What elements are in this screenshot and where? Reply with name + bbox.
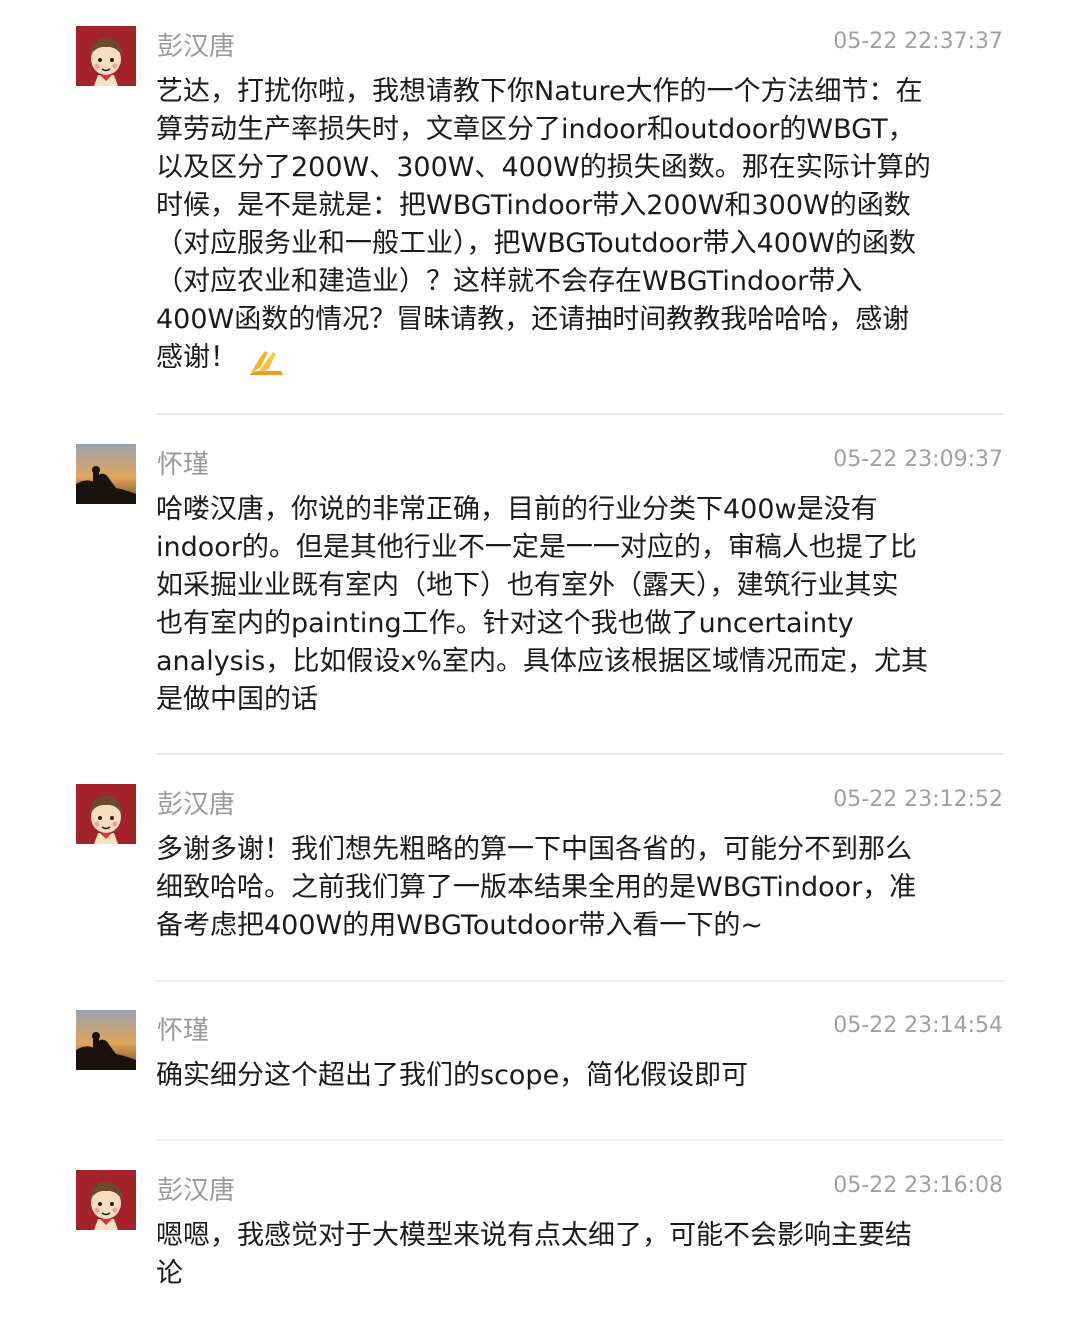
- divider: [156, 980, 1004, 982]
- comment-username[interactable]: 彭汉唐: [157, 788, 235, 822]
- comment-text: 哈喽汉唐，你说的非常正确，目前的行业分类下400w是没有 indoor的。但是其…: [156, 494, 928, 715]
- comment-username[interactable]: 怀瑾: [157, 448, 209, 482]
- comment-text: 艺达，打扰你啦，我想请教下你Nature大作的一个方法细节：在 算劳动生产率损失…: [156, 73, 956, 377]
- comment-username[interactable]: 怀瑾: [157, 1014, 209, 1048]
- avatar-sunset-silhouette[interactable]: [76, 444, 136, 504]
- comment-timestamp: 05-22 23:16:08: [833, 1173, 1003, 1198]
- comment-timestamp: 05-22 23:12:52: [833, 787, 1003, 812]
- avatar-cartoon-boy[interactable]: [76, 26, 136, 86]
- divider: [156, 1139, 1004, 1141]
- comment-timestamp: 05-22 22:37:37: [833, 29, 1003, 54]
- comment-timestamp: 05-22 23:09:37: [833, 447, 1003, 472]
- avatar-cartoon-boy[interactable]: [76, 1170, 136, 1230]
- comment-text: 嗯嗯，我感觉对于大模型来说有点太细了，可能不会影响主要结 论: [156, 1220, 912, 1289]
- comment-timestamp: 05-22 23:14:54: [833, 1013, 1003, 1038]
- avatar-cartoon-boy[interactable]: [76, 784, 136, 844]
- folded-hands-icon: [247, 341, 285, 377]
- comment-text: 多谢多谢！我们想先粗略的算一下中国各省的，可能分不到那么 细致哈哈。之前我们算了…: [156, 834, 917, 941]
- divider: [156, 413, 1004, 415]
- comment-text: 确实细分这个超出了我们的scope，简化假设即可: [156, 1060, 749, 1091]
- comment-username[interactable]: 彭汉唐: [157, 30, 235, 64]
- comment-username[interactable]: 彭汉唐: [157, 1174, 235, 1208]
- avatar-sunset-silhouette[interactable]: [76, 1010, 136, 1070]
- divider: [156, 753, 1004, 755]
